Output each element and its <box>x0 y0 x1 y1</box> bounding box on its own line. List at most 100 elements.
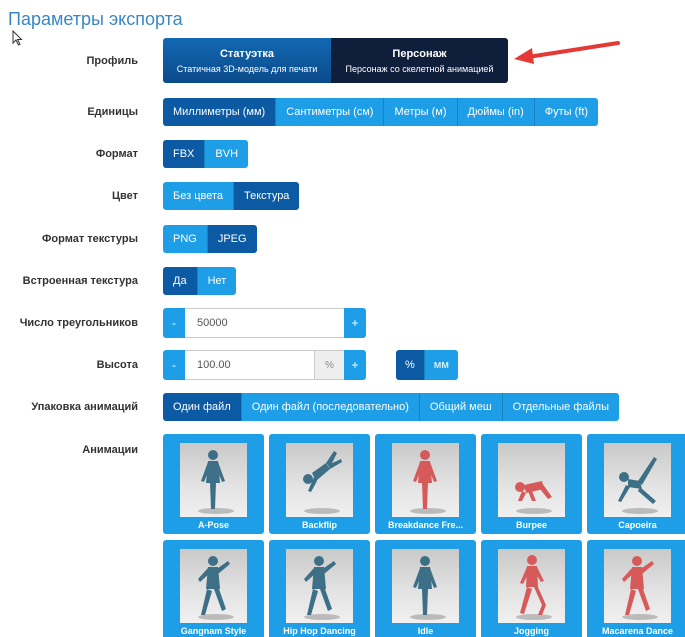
height-unit-option-percent[interactable]: % <box>396 350 425 380</box>
anim-packing-label: Упаковка анимаций <box>31 401 138 413</box>
profile-selector: Статуэтка Статичная 3D-модель для печати… <box>163 38 508 83</box>
height-input[interactable] <box>185 350 314 380</box>
profile-option-title: Статуэтка <box>219 47 275 60</box>
texture-format-row: Формат текстуры PNG JPEG <box>0 225 685 253</box>
animation-name: Jogging <box>514 626 549 636</box>
format-option-fbx[interactable]: FBX <box>163 140 206 168</box>
animation-thumbnail <box>180 443 247 517</box>
character-figure-icon <box>410 450 446 514</box>
character-figure-icon <box>618 457 658 514</box>
character-figure-icon <box>304 556 340 620</box>
character-figure-icon <box>410 556 446 620</box>
animation-card[interactable]: Macarena Dance <box>587 540 685 637</box>
animation-name: Gangnam Style <box>180 626 247 636</box>
page-title: Параметры экспорта <box>8 9 183 29</box>
color-row: Цвет Без цвета Текстура <box>0 182 685 210</box>
triangles-stepper: - + <box>163 308 366 338</box>
color-option-texture[interactable]: Текстура <box>234 182 300 210</box>
triangles-increment-button[interactable]: + <box>344 308 366 338</box>
animation-name: Backflip <box>301 520 337 530</box>
format-option-bvh[interactable]: BVH <box>205 140 249 168</box>
height-unit-option-mm[interactable]: мм <box>424 350 458 380</box>
color-selector: Без цвета Текстура <box>163 182 300 210</box>
animation-name: A-Pose <box>197 520 229 530</box>
animation-thumbnail <box>604 443 671 517</box>
units-option-ft[interactable]: Футы (ft) <box>534 98 599 126</box>
triangles-input[interactable] <box>185 308 344 338</box>
animation-name: Idle <box>417 626 434 636</box>
units-option-cm[interactable]: Сантиметры (см) <box>276 98 385 126</box>
animation-card[interactable]: Gangnam Style <box>163 540 264 637</box>
height-unit-selector: % мм <box>396 350 458 380</box>
triangles-label: Число треугольников <box>19 317 138 329</box>
texture-format-selector: PNG JPEG <box>163 225 257 253</box>
character-figure-icon <box>516 555 552 620</box>
height-label: Высота <box>96 359 138 371</box>
animation-card[interactable]: Idle <box>375 540 476 637</box>
embedded-texture-selector: Да Нет <box>163 267 237 295</box>
embedded-texture-row: Встроенная текстура Да Нет <box>0 267 685 295</box>
format-selector: FBX BVH <box>163 140 249 168</box>
animation-thumbnail <box>180 549 247 623</box>
height-unit-addon: % <box>314 350 344 380</box>
color-label: Цвет <box>111 190 138 202</box>
height-decrement-button[interactable]: - <box>163 350 185 380</box>
character-figure-icon <box>622 556 658 620</box>
animation-name: Macarena Dance <box>601 626 674 636</box>
animation-name: Burpee <box>515 520 547 530</box>
anim-packing-option-shared-mesh[interactable]: Общий меш <box>419 393 503 421</box>
animation-thumbnail <box>392 443 459 517</box>
animation-thumbnail <box>498 443 565 517</box>
units-option-m[interactable]: Метры (м) <box>384 98 458 126</box>
embedded-texture-label: Встроенная текстура <box>22 275 138 287</box>
anim-packing-option-single[interactable]: Один файл <box>163 393 242 421</box>
texture-format-option-jpeg[interactable]: JPEG <box>207 225 257 253</box>
animations-label: Анимации <box>82 444 138 456</box>
animation-card[interactable]: Burpee <box>481 434 582 534</box>
units-option-mm[interactable]: Миллиметры (мм) <box>163 98 277 126</box>
animation-thumbnail <box>286 549 353 623</box>
height-stepper: - % + <box>163 350 366 380</box>
animation-thumbnail <box>604 549 671 623</box>
profile-option-figurine[interactable]: Статуэтка Статичная 3D-модель для печати <box>163 38 331 83</box>
color-option-none[interactable]: Без цвета <box>163 182 234 210</box>
character-figure-icon <box>515 481 552 514</box>
profile-option-subtitle: Статичная 3D-модель для печати <box>176 63 318 74</box>
units-label: Единицы <box>87 106 138 118</box>
animation-card[interactable]: Breakdance Fre... <box>375 434 476 534</box>
anim-packing-option-sequential[interactable]: Один файл (последовательно) <box>241 393 420 421</box>
animation-thumbnail <box>498 549 565 623</box>
height-row: Высота - % + % мм <box>0 350 685 380</box>
triangles-decrement-button[interactable]: - <box>163 308 185 338</box>
character-figure-icon <box>198 556 234 620</box>
animation-card[interactable]: Backflip <box>269 434 370 534</box>
animations-grid: A-Pose Backflip Breakdance Fre... Burpee Cap… <box>163 434 685 637</box>
animation-name: Capoeira <box>618 520 657 530</box>
embedded-texture-option-yes[interactable]: Да <box>163 267 198 295</box>
animation-name: Hip Hop Dancing <box>283 626 356 636</box>
animation-name: Breakdance Fre... <box>387 520 464 530</box>
triangles-row: Число треугольников - + <box>0 308 685 338</box>
animation-thumbnail <box>392 549 459 623</box>
profile-label: Профиль <box>86 54 138 67</box>
character-figure-icon <box>198 450 234 514</box>
profile-option-title: Персонаж <box>392 47 447 60</box>
annotation-arrow-icon <box>514 41 620 64</box>
profile-option-character[interactable]: Персонаж Персонаж со скелетной анимацией <box>331 38 508 83</box>
anim-packing-option-separate[interactable]: Отдельные файлы <box>502 393 619 421</box>
animation-card[interactable]: Hip Hop Dancing <box>269 540 370 637</box>
anim-packing-row: Упаковка анимаций Один файл Один файл (п… <box>0 393 685 421</box>
texture-format-option-png[interactable]: PNG <box>163 225 208 253</box>
profile-option-subtitle: Персонаж со скелетной анимацией <box>345 63 494 74</box>
profile-row: Профиль Статуэтка Статичная 3D-модель дл… <box>0 38 685 83</box>
animation-card[interactable]: A-Pose <box>163 434 264 534</box>
units-selector: Миллиметры (мм) Сантиметры (см) Метры (м… <box>163 98 599 126</box>
format-row: Формат FBX BVH <box>0 140 685 168</box>
animation-card[interactable]: Capoeira <box>587 434 685 534</box>
animation-thumbnail <box>286 443 353 517</box>
animation-card[interactable]: Jogging <box>481 540 582 637</box>
embedded-texture-option-no[interactable]: Нет <box>197 267 237 295</box>
height-increment-button[interactable]: + <box>344 350 366 380</box>
units-option-in[interactable]: Дюймы (in) <box>457 98 535 126</box>
texture-format-label: Формат текстуры <box>42 233 138 245</box>
